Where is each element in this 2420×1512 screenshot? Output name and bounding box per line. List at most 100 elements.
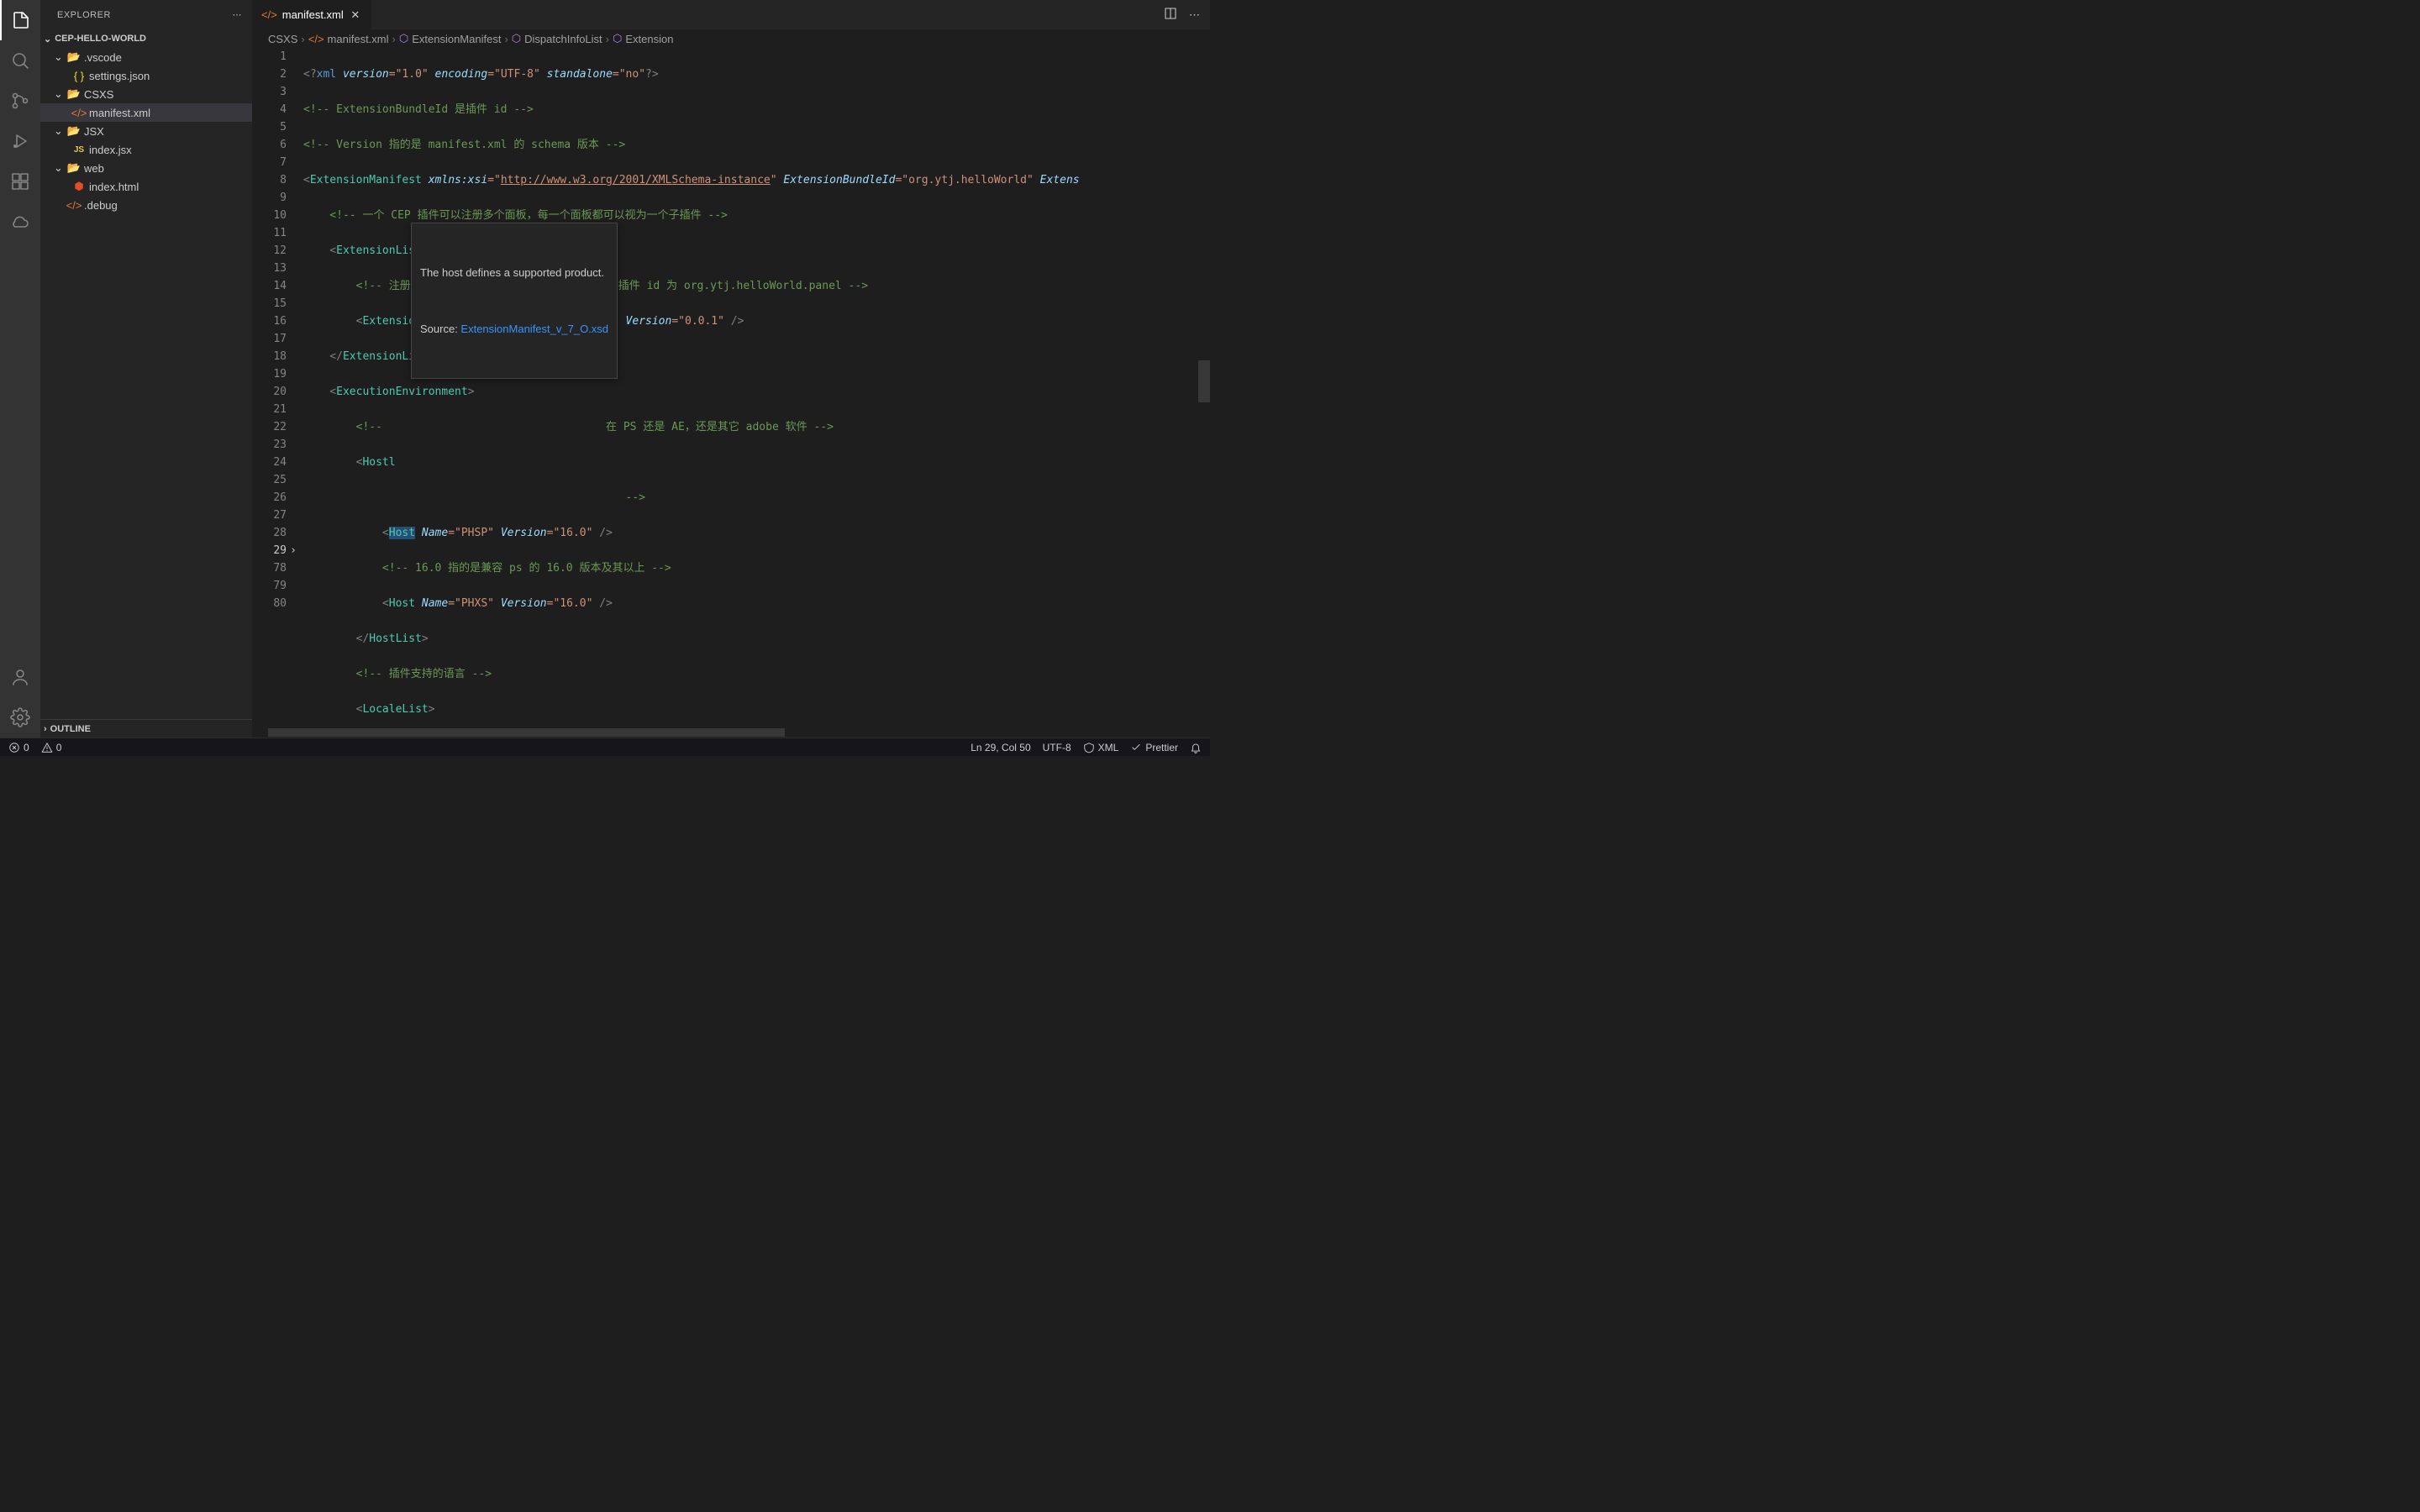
chevron-down-icon: ⌄ bbox=[54, 124, 64, 138]
line-number: 12 bbox=[253, 242, 287, 260]
line-number: 29› bbox=[253, 542, 287, 559]
tree-folder[interactable]: ⌄📂.vscode bbox=[40, 48, 252, 66]
tree-folder[interactable]: ⌄📂JSX bbox=[40, 122, 252, 140]
line-number: 2 bbox=[253, 66, 287, 83]
tree-label: JSX bbox=[84, 125, 104, 138]
line-number: 20 bbox=[253, 383, 287, 401]
line-number: 10 bbox=[253, 207, 287, 224]
more-icon[interactable]: ⋯ bbox=[233, 9, 243, 20]
line-number: 7 bbox=[253, 154, 287, 171]
line-number: 13 bbox=[253, 260, 287, 277]
scroll-thumb[interactable] bbox=[268, 728, 785, 737]
line-number: 28 bbox=[253, 524, 287, 542]
chevron-right-icon: › bbox=[606, 33, 609, 45]
tree-label: manifest.xml bbox=[89, 107, 150, 119]
breadcrumb-item[interactable]: DispatchInfoList bbox=[524, 33, 602, 45]
js-icon: JS bbox=[72, 143, 86, 156]
formatter-label: Prettier bbox=[1145, 742, 1178, 753]
horizontal-scrollbar[interactable] bbox=[253, 727, 1210, 738]
source-control-icon[interactable] bbox=[0, 81, 40, 121]
status-warnings[interactable]: 0 bbox=[41, 742, 62, 753]
line-number: 21 bbox=[253, 401, 287, 418]
folder-icon: 📂 bbox=[67, 124, 81, 138]
line-number: 3 bbox=[253, 83, 287, 101]
line-number: 8 bbox=[253, 171, 287, 189]
json-icon: { } bbox=[72, 69, 86, 82]
close-icon[interactable]: ✕ bbox=[349, 8, 362, 22]
search-icon[interactable] bbox=[0, 40, 40, 81]
sidebar-header: EXPLORER ⋯ bbox=[40, 0, 252, 29]
breadcrumb-item[interactable]: manifest.xml bbox=[328, 33, 389, 45]
chevron-right-icon: › bbox=[392, 33, 396, 45]
breadcrumb-item[interactable]: ExtensionManifest bbox=[412, 33, 501, 45]
tab-label: manifest.xml bbox=[282, 8, 344, 21]
line-number: 25 bbox=[253, 471, 287, 489]
tree-file[interactable]: </>.debug bbox=[40, 196, 252, 214]
notifications-icon[interactable] bbox=[1190, 742, 1202, 753]
explorer-icon[interactable] bbox=[0, 0, 40, 40]
folder-icon: 📂 bbox=[67, 161, 81, 175]
breadcrumb-item[interactable]: CSXS bbox=[268, 33, 297, 45]
main: EXPLORER ⋯ ⌄ CEP-HELLO-WORLD ⌄📂.vscode {… bbox=[0, 0, 1210, 738]
debug-icon[interactable] bbox=[0, 121, 40, 161]
tooltip-source: Source: ExtensionManifest_v_7_O.xsd bbox=[420, 320, 608, 338]
line-number: 5 bbox=[253, 118, 287, 136]
tree-folder[interactable]: ⌄📂CSXS bbox=[40, 85, 252, 103]
line-number: 14 bbox=[253, 277, 287, 295]
extensions-icon[interactable] bbox=[0, 161, 40, 202]
tree-file[interactable]: JSindex.jsx bbox=[40, 140, 252, 159]
line-number: 79 bbox=[253, 577, 287, 595]
breadcrumb-item[interactable]: Extension bbox=[625, 33, 673, 45]
account-icon[interactable] bbox=[0, 657, 40, 697]
line-number: 17 bbox=[253, 330, 287, 348]
minimap-slider[interactable] bbox=[1198, 360, 1210, 402]
root-label: CEP-HELLO-WORLD bbox=[55, 34, 146, 44]
tree-file[interactable]: { }settings.json bbox=[40, 66, 252, 85]
hover-tooltip: The host defines a supported product. So… bbox=[411, 223, 618, 379]
line-number: 15 bbox=[253, 295, 287, 312]
line-number: 11 bbox=[253, 224, 287, 242]
symbol-icon: ⬡ bbox=[613, 32, 622, 45]
fold-icon[interactable]: › bbox=[290, 542, 297, 559]
status-formatter[interactable]: Prettier bbox=[1130, 742, 1178, 753]
line-number: 27 bbox=[253, 507, 287, 524]
folder-root[interactable]: ⌄ CEP-HELLO-WORLD bbox=[40, 29, 252, 48]
outline-section[interactable]: › OUTLINE bbox=[40, 719, 252, 738]
line-number: 26 bbox=[253, 489, 287, 507]
status-errors[interactable]: 0 bbox=[8, 742, 29, 753]
settings-gear-icon[interactable] bbox=[0, 697, 40, 738]
gutter: 1 2 3 4 5 6 7 8 9 10 11 12 13 14 15 16 1… bbox=[253, 48, 302, 727]
editor-body[interactable]: 1 2 3 4 5 6 7 8 9 10 11 12 13 14 15 16 1… bbox=[253, 48, 1210, 727]
tree-label: index.jsx bbox=[89, 144, 132, 156]
line-number: 23 bbox=[253, 436, 287, 454]
folder-icon: 📂 bbox=[67, 50, 81, 64]
folder-icon: 📂 bbox=[67, 87, 81, 101]
cloud-icon[interactable] bbox=[0, 202, 40, 242]
chevron-down-icon: ⌄ bbox=[54, 161, 64, 175]
line-number: 18 bbox=[253, 348, 287, 365]
line-number: 24 bbox=[253, 454, 287, 471]
code-content[interactable]: <?xml version="1.0" encoding="UTF-8" sta… bbox=[302, 48, 1210, 727]
status-position[interactable]: Ln 29, Col 50 bbox=[971, 742, 1030, 753]
tab-manifest[interactable]: </> manifest.xml ✕ bbox=[253, 0, 371, 29]
tree-label: .vscode bbox=[84, 51, 122, 64]
line-number: 22 bbox=[253, 418, 287, 436]
breadcrumbs[interactable]: CSXS› </>manifest.xml› ⬡ExtensionManifes… bbox=[253, 29, 1210, 48]
status-language[interactable]: XML bbox=[1083, 742, 1119, 753]
chevron-down-icon: ⌄ bbox=[54, 50, 64, 64]
line-number: 80 bbox=[253, 595, 287, 612]
tree-folder[interactable]: ⌄📂web bbox=[40, 159, 252, 177]
split-editor-icon[interactable] bbox=[1164, 7, 1177, 23]
more-icon[interactable]: ⋯ bbox=[1189, 8, 1200, 22]
xml-icon: </> bbox=[308, 33, 324, 45]
status-encoding[interactable]: UTF-8 bbox=[1043, 742, 1071, 753]
tree-label: settings.json bbox=[89, 70, 150, 82]
tree-file[interactable]: </>manifest.xml bbox=[40, 103, 252, 122]
tree-file[interactable]: ⬢index.html bbox=[40, 177, 252, 196]
minimap[interactable] bbox=[1198, 48, 1210, 727]
tooltip-source-link[interactable]: ExtensionManifest_v_7_O.xsd bbox=[460, 323, 608, 335]
xml-icon: </> bbox=[261, 8, 277, 21]
language-label: XML bbox=[1098, 742, 1119, 753]
line-number: 78 bbox=[253, 559, 287, 577]
chevron-down-icon: ⌄ bbox=[54, 87, 64, 101]
